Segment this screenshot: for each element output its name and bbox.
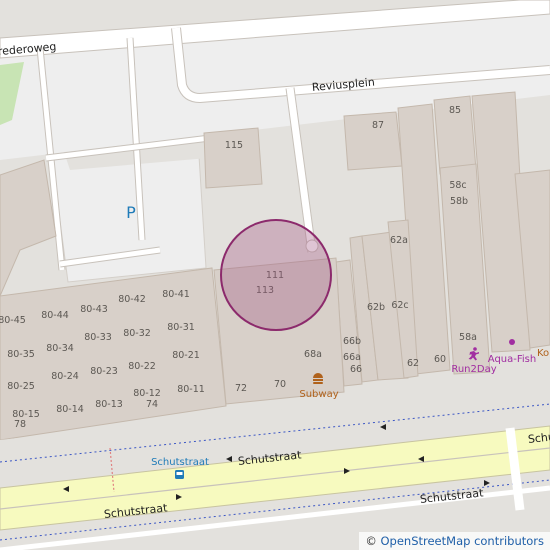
house-number-label: 62c: [391, 300, 408, 311]
fast-food-icon-mid: [313, 379, 323, 381]
house-number-label: 80-24: [51, 371, 79, 382]
house-number-label: 58b: [450, 196, 468, 207]
house-number-label: 80-22: [128, 361, 156, 372]
fast-food-icon-base: [313, 382, 323, 384]
house-number-label: 80-12: [133, 388, 161, 399]
house-number-label: 78: [14, 419, 26, 430]
bus-stop-icon-window: [176, 472, 183, 475]
house-number-label: 80-43: [80, 304, 108, 315]
house-number-label: 66a: [343, 352, 361, 363]
house-number-label: 62: [407, 358, 419, 369]
bus-stop-label: Schutstraat: [151, 457, 209, 468]
house-number-label: 80-45: [0, 315, 26, 326]
street-label-schutstraat-right: Schu: [527, 430, 550, 446]
poi-label-aqua-fish: Aqua-Fish: [488, 354, 536, 365]
house-number-label: 80-31: [167, 322, 195, 333]
poi-label-edge: Ko: [537, 348, 549, 359]
shop-dot-icon: [509, 339, 515, 345]
house-number-label: 62a: [390, 235, 408, 246]
house-number-label: 80-33: [84, 332, 112, 343]
house-number-label: 58c: [449, 180, 466, 191]
parking-icon[interactable]: P: [126, 203, 136, 222]
attribution-link[interactable]: OpenStreetMap contributors: [380, 534, 544, 548]
building-115: [203, 127, 263, 189]
poi-label-run2day: Run2Day: [451, 364, 496, 375]
house-number-label: 70: [274, 379, 286, 390]
house-number-label: 80-13: [95, 399, 123, 410]
house-number-label: 80-42: [118, 294, 146, 305]
house-number-label: 85: [449, 105, 461, 116]
house-number-label: 66b: [343, 336, 361, 347]
house-number-label: 66: [350, 364, 362, 375]
house-number-label: 58a: [459, 332, 477, 343]
house-number-label: 80-25: [7, 381, 35, 392]
house-number-label: 80-34: [46, 343, 74, 354]
house-number-label: 62b: [367, 302, 385, 313]
house-number-label: 68a: [304, 349, 322, 360]
house-number-label: 80-41: [162, 289, 190, 300]
house-number-label: 80-32: [123, 328, 151, 339]
house-number-label: 74: [146, 399, 158, 410]
house-number-label: 80-11: [177, 384, 205, 395]
house-number-label: 72: [235, 383, 247, 394]
house-number-label: 80-44: [41, 310, 69, 321]
house-number-label: 115: [225, 140, 243, 151]
house-number-label: 60: [434, 354, 446, 365]
house-number-label: 80-23: [90, 366, 118, 377]
location-marker[interactable]: [220, 219, 332, 331]
copyright-icon: ©: [365, 534, 377, 548]
house-number-label: 87: [372, 120, 384, 131]
house-number-label: 80-35: [7, 349, 35, 360]
house-number-label: 80-21: [172, 350, 200, 361]
map-canvas[interactable]: rederoweg Reviusplein Schutstraat Schuts…: [0, 0, 550, 550]
house-number-label: 80-14: [56, 404, 84, 415]
map-attribution[interactable]: © OpenStreetMap contributors: [359, 532, 550, 550]
poi-label-subway: Subway: [299, 389, 338, 400]
